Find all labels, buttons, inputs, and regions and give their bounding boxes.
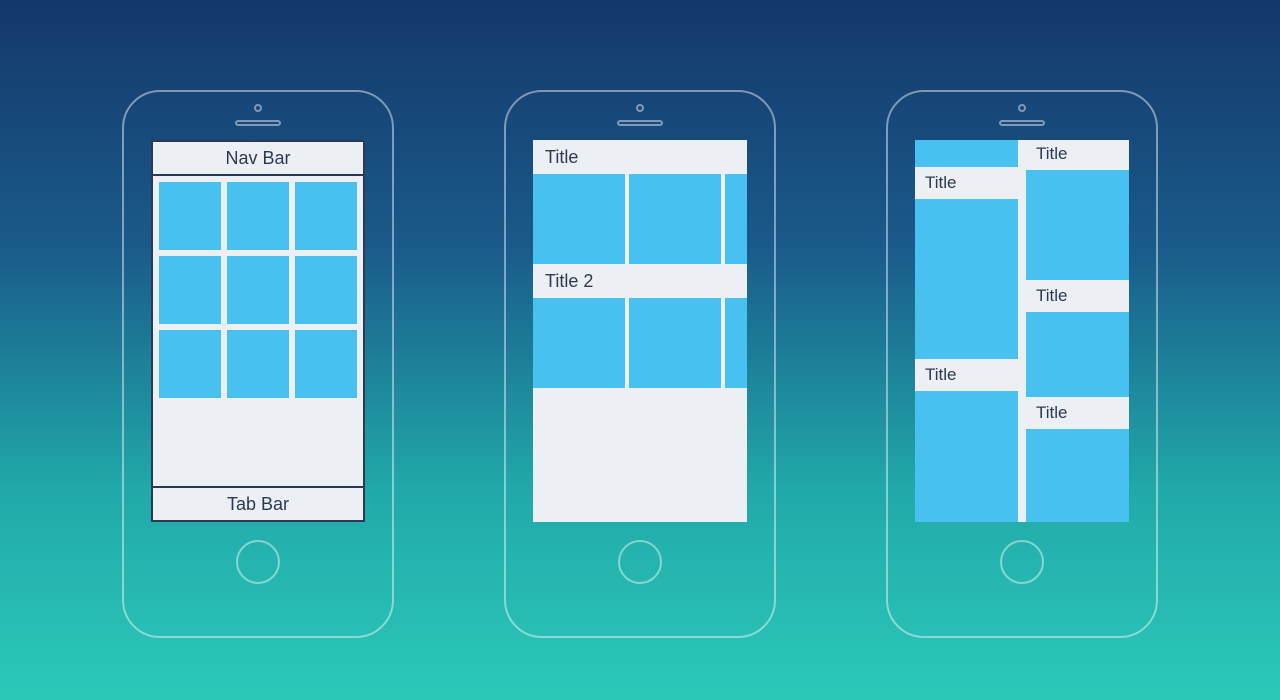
content-row (533, 298, 747, 388)
camera-icon (254, 104, 262, 112)
masonry-columns: Title Title Title Title (915, 140, 1129, 522)
card-title-label: Title (1036, 403, 1068, 423)
camera-icon (636, 104, 644, 112)
card-title: Title (915, 167, 1018, 199)
phone-screen: Nav Bar Tab Bar (151, 140, 365, 522)
card-title-label: Title (1036, 286, 1068, 306)
grid-tile (159, 182, 221, 250)
home-button-icon (236, 540, 280, 584)
content-tile (533, 174, 625, 264)
grid-tile (295, 330, 357, 398)
card-image (1026, 312, 1129, 398)
phone-hardware-top (235, 104, 281, 126)
masonry-column-right: Title Title Title (1026, 140, 1129, 522)
phone-screen: Title Title Title Title (915, 140, 1129, 522)
section-header: Title (533, 140, 747, 174)
speaker-icon (999, 120, 1045, 126)
grid-tile (227, 330, 289, 398)
phone-screen: Title Title 2 (533, 140, 747, 522)
card-title: Title (1026, 397, 1129, 429)
speaker-icon (617, 120, 663, 126)
phone-mockup-masonry: Title Title Title Title (886, 90, 1158, 638)
content-tile (629, 298, 721, 388)
nav-bar-label: Nav Bar (225, 148, 290, 169)
card-title-label: Title (925, 173, 957, 193)
grid-tile (227, 182, 289, 250)
phone-hardware-top (617, 104, 663, 126)
section-header: Title 2 (533, 264, 747, 298)
content-tile (533, 298, 625, 388)
speaker-icon (235, 120, 281, 126)
tab-bar-label: Tab Bar (227, 494, 289, 515)
card-title-label: Title (1036, 144, 1068, 164)
card-title-label: Title (925, 365, 957, 385)
masonry-column-left: Title Title (915, 140, 1018, 522)
card-image (1026, 170, 1129, 280)
grid-tile (295, 182, 357, 250)
card-title: Title (1026, 280, 1129, 312)
phone-mockup-sections: Title Title 2 (504, 90, 776, 638)
card-image (915, 391, 1018, 522)
grid-tile (159, 330, 221, 398)
tab-bar: Tab Bar (153, 486, 363, 520)
diagram-stage: Nav Bar Tab Bar (0, 0, 1280, 638)
content-tile (629, 174, 721, 264)
card-image (915, 140, 1018, 167)
content-tile (725, 174, 747, 264)
home-button-icon (618, 540, 662, 584)
card-image (915, 199, 1018, 360)
grid-tile (227, 256, 289, 324)
grid-layout (153, 176, 363, 404)
nav-bar: Nav Bar (153, 142, 363, 176)
home-button-icon (1000, 540, 1044, 584)
content-row (533, 174, 747, 264)
phone-hardware-top (999, 104, 1045, 126)
card-image (1026, 429, 1129, 522)
content-tile (725, 298, 747, 388)
camera-icon (1018, 104, 1026, 112)
grid-tile (295, 256, 357, 324)
section-title-label: Title (545, 147, 578, 168)
card-title: Title (1026, 140, 1129, 170)
card-title: Title (915, 359, 1018, 391)
phone-mockup-grid: Nav Bar Tab Bar (122, 90, 394, 638)
section-title-label: Title 2 (545, 271, 593, 292)
grid-tile (159, 256, 221, 324)
